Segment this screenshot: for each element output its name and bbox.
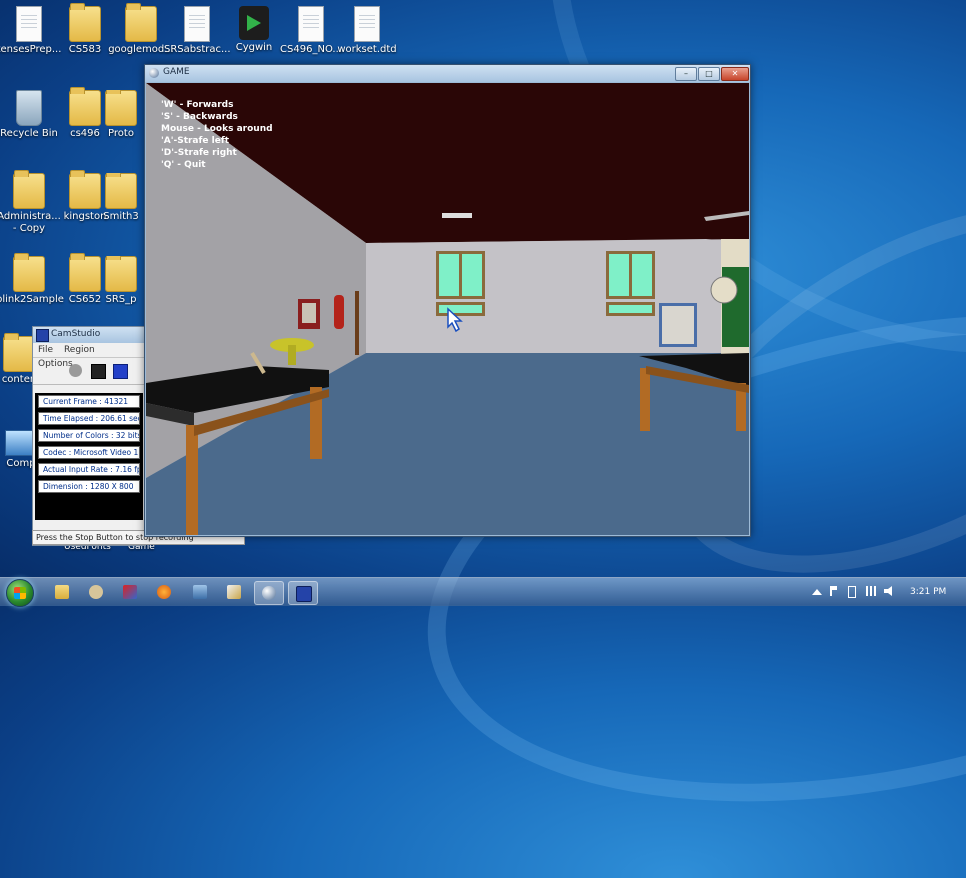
dtd-file-icon — [354, 6, 380, 42]
battery-icon[interactable] — [848, 586, 856, 598]
window-right — [606, 251, 655, 316]
recycle-bin-icon — [16, 90, 42, 126]
network-icon — [193, 585, 207, 599]
game-viewport[interactable]: 'W' - Forwards 'S' - Backwards Mouse - L… — [146, 83, 749, 535]
folder-icon — [105, 256, 137, 292]
desktop-icon-label: workset.dtd — [337, 44, 397, 55]
stat-dimension: Dimension : 1280 X 800 — [38, 480, 140, 493]
help-line-backwards: 'S' - Backwards — [161, 112, 238, 122]
desktop-icon-label: Proto — [108, 128, 134, 139]
taskbar-paint-app[interactable] — [220, 581, 248, 603]
game-icon — [262, 586, 276, 600]
document-icon — [184, 6, 210, 42]
camstudio-icon — [296, 586, 312, 602]
desktop-icon-smith3[interactable]: Smith3 — [98, 173, 144, 223]
folder-icon — [105, 173, 137, 209]
table-leg — [640, 368, 650, 431]
menu-file[interactable]: File — [38, 345, 53, 355]
close-button[interactable]: ✕ — [721, 67, 749, 81]
folder-icon — [69, 253, 101, 292]
recording-stats-panel: Current Frame : 41321 Time Elapsed : 206… — [35, 393, 143, 520]
stat-current-frame: Current Frame : 41321 — [38, 395, 140, 408]
folder-icon — [55, 585, 69, 599]
help-line-strafe-right: 'D'-Strafe right — [161, 148, 237, 158]
folder-icon — [13, 170, 45, 209]
start-button[interactable] — [6, 579, 34, 607]
camstudio-menu-bar: File Region Options — [33, 343, 145, 369]
minimize-button[interactable]: – — [675, 67, 697, 81]
stat-time-elapsed: Time Elapsed : 206.61 sec — [38, 412, 140, 425]
controls-help-overlay: 'W' - Forwards 'S' - Backwards Mouse - L… — [161, 99, 273, 171]
desktop-icon-label: Smith3 — [103, 211, 139, 222]
taskbar-media-app[interactable] — [116, 581, 144, 603]
network-signal-icon[interactable] — [866, 586, 876, 596]
taskbar-firefox[interactable] — [150, 581, 178, 603]
stop-button[interactable] — [91, 364, 106, 379]
camstudio-window[interactable]: CamStudio File Region Options Current Fr… — [32, 326, 245, 546]
help-line-strafe-left: 'A'-Strafe left — [161, 136, 230, 146]
help-line-forwards: 'W' - Forwards — [161, 100, 234, 110]
options-button[interactable] — [113, 364, 128, 379]
desktop-icon-workset[interactable]: workset.dtd — [334, 6, 400, 56]
desktop-icon-srs-p[interactable]: SRS_p — [98, 256, 144, 306]
folder-icon — [105, 90, 137, 126]
cygwin-icon — [239, 6, 269, 40]
folder-icon — [69, 170, 101, 209]
game-title-bar[interactable]: GAME – □ ✕ — [145, 65, 750, 82]
show-hidden-icons-icon[interactable] — [812, 589, 822, 595]
ceiling-vent — [442, 213, 472, 218]
taskbar-network-app[interactable] — [186, 581, 214, 603]
record-button[interactable] — [69, 364, 82, 377]
desktop-icon-label: SRS_p — [105, 294, 137, 305]
game-window-title: GAME — [163, 67, 190, 77]
document-icon — [298, 6, 324, 42]
folder-icon — [69, 87, 101, 126]
taskbar-camstudio[interactable] — [288, 581, 318, 605]
help-line-quit: 'Q' - Quit — [161, 160, 206, 170]
taskbar-pinned-app[interactable] — [82, 581, 110, 603]
action-center-flag-icon[interactable] — [830, 586, 837, 596]
stat-number-of-colors: Number of Colors : 32 bits — [38, 429, 140, 442]
fire-extinguisher — [334, 295, 344, 329]
maximize-button[interactable]: □ — [698, 67, 720, 81]
taskbar-explorer[interactable] — [48, 581, 76, 603]
camstudio-title: CamStudio — [51, 329, 101, 339]
document-icon — [16, 6, 42, 42]
taskbar: 3:21 PM — [0, 577, 966, 607]
volume-icon[interactable] — [884, 586, 892, 596]
firefox-icon — [157, 585, 171, 599]
media-icon — [123, 585, 137, 599]
tool-icon — [89, 585, 103, 599]
folder-icon — [69, 3, 101, 42]
game-app-icon — [149, 68, 159, 78]
taskbar-game[interactable] — [254, 581, 284, 605]
game-window[interactable]: GAME – □ ✕ 'W' - Forwards 'S' - Backward… — [144, 64, 751, 537]
door-frame — [355, 291, 359, 355]
folder-icon — [13, 253, 45, 292]
folder-icon — [3, 333, 35, 372]
folder-icon — [125, 3, 157, 42]
stat-codec: Codec : Microsoft Video 1 — [38, 446, 140, 459]
camstudio-toolbar — [33, 358, 145, 385]
stat-input-rate: Actual Input Rate : 7.16 fps — [38, 463, 140, 476]
window-left — [436, 251, 485, 316]
help-line-mouse: Mouse - Looks around — [161, 124, 273, 134]
table-leg — [186, 425, 198, 535]
camstudio-app-icon — [36, 329, 49, 342]
system-clock[interactable]: 3:21 PM — [910, 587, 946, 597]
desktop-icon-proto[interactable]: Proto — [98, 90, 144, 140]
paint-icon — [227, 585, 241, 599]
camstudio-title-bar[interactable]: CamStudio — [33, 327, 145, 343]
menu-region[interactable]: Region — [64, 345, 95, 355]
